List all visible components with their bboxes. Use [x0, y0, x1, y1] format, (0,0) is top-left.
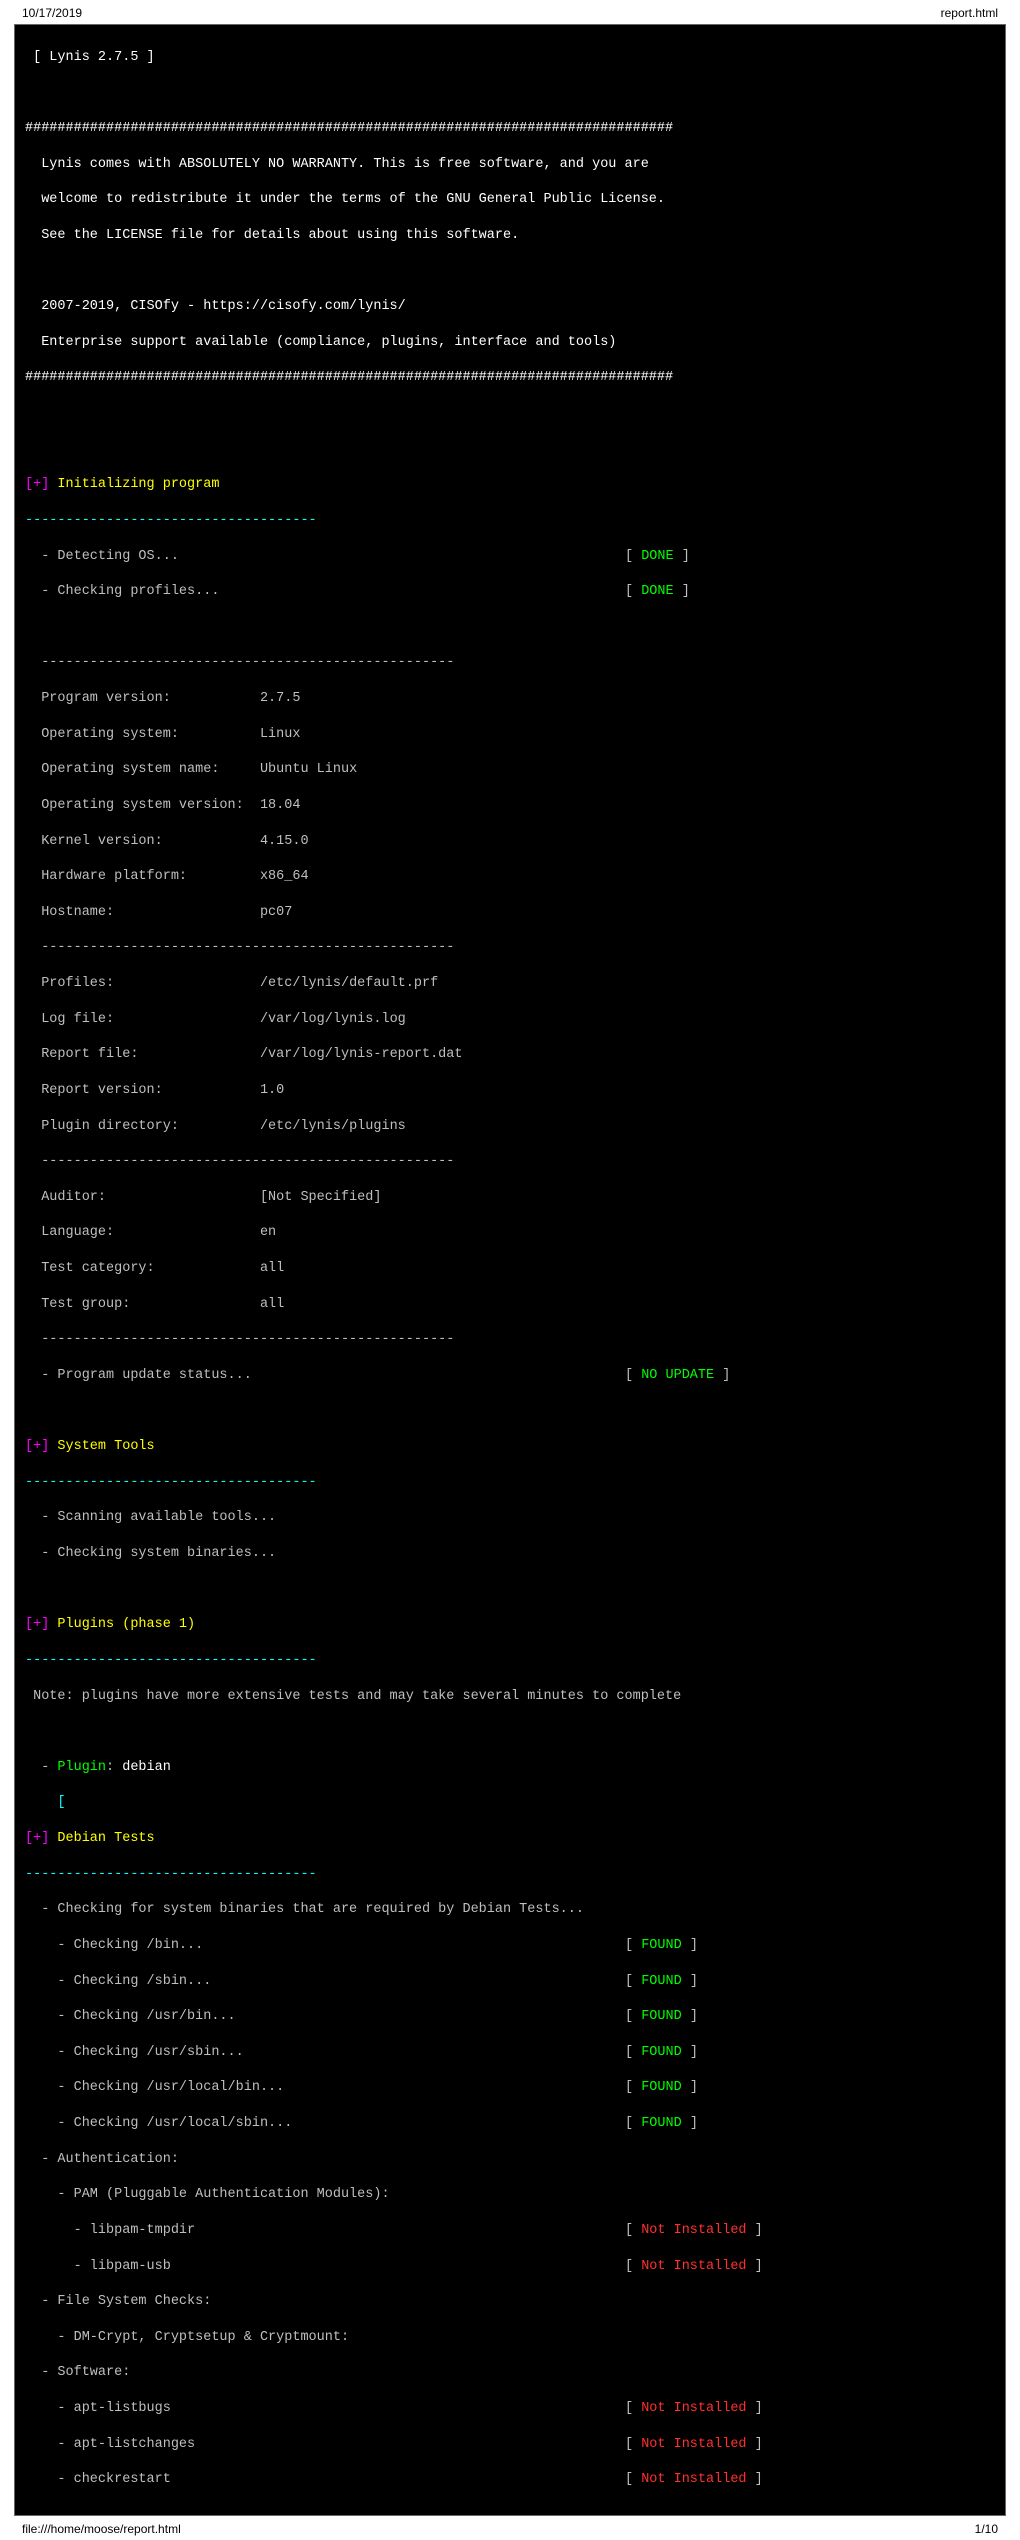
check-row: - Checking profiles...[ DONE ]	[25, 583, 995, 601]
check-row: - apt-listbugs[ Not Installed ]	[25, 2400, 995, 2418]
check-row: - libpam-tmpdir[ Not Installed ]	[25, 2222, 995, 2240]
divider: ------------------------------------	[25, 1866, 995, 1884]
info-row: Test group: all	[25, 1296, 995, 1314]
divider: ----------------------------------------…	[25, 1331, 995, 1349]
section-heading: [+] Plugins (phase 1)	[25, 1616, 995, 1634]
info-row: Test category: all	[25, 1260, 995, 1278]
divider: ------------------------------------	[25, 1652, 995, 1670]
banner-line: Enterprise support available (compliance…	[25, 334, 995, 352]
plugin-row: - Plugin: debian	[25, 1759, 995, 1777]
page-footer: file:///home/moose/report.html 1/10	[0, 2516, 1020, 2540]
divider: ----------------------------------------…	[25, 1153, 995, 1171]
check-row: - Detecting OS...[ DONE ]	[25, 548, 995, 566]
banner-line: Lynis comes with ABSOLUTELY NO WARRANTY.…	[25, 156, 995, 174]
check-row: - Checking system binaries...	[25, 1545, 995, 1563]
info-row: Plugin directory: /etc/lynis/plugins	[25, 1118, 995, 1136]
check-row: - Checking /bin... [ FOUND ]	[25, 1937, 995, 1955]
check-row: - PAM (Pluggable Authentication Modules)…	[25, 2186, 995, 2204]
section-heading: [+] System Tools	[25, 1438, 995, 1456]
info-row: Hardware platform: x86_64	[25, 868, 995, 886]
divider: ------------------------------------	[25, 1474, 995, 1492]
check-row: - Scanning available tools...	[25, 1509, 995, 1527]
footer-page: 1/10	[975, 2522, 998, 2536]
check-row: - DM-Crypt, Cryptsetup & Cryptmount:	[25, 2329, 995, 2347]
check-row: - libpam-usb[ Not Installed ]	[25, 2258, 995, 2276]
check-row: - checkrestart[ Not Installed ]	[25, 2471, 995, 2489]
divider: ----------------------------------------…	[25, 654, 995, 672]
check-row: - apt-listchanges[ Not Installed ]	[25, 2436, 995, 2454]
plugin-bracket: [	[25, 1794, 995, 1812]
banner-hash-top: ########################################…	[25, 120, 995, 138]
info-row: Operating system name: Ubuntu Linux	[25, 761, 995, 779]
info-row: Profiles: /etc/lynis/default.prf	[25, 975, 995, 993]
info-row: Operating system: Linux	[25, 726, 995, 744]
info-row: Log file: /var/log/lynis.log	[25, 1011, 995, 1029]
info-row: Report file: /var/log/lynis-report.dat	[25, 1046, 995, 1064]
section-heading: [+] Initializing program	[25, 476, 995, 494]
check-row: - Program update status... [ NO UPDATE ]	[25, 1367, 995, 1385]
divider: ----------------------------------------…	[25, 939, 995, 957]
check-row: - Software:	[25, 2364, 995, 2382]
check-row: - Checking for system binaries that are …	[25, 1901, 995, 1919]
info-row: Program version: 2.7.5	[25, 690, 995, 708]
banner-line: welcome to redistribute it under the ter…	[25, 191, 995, 209]
info-row: Language: en	[25, 1224, 995, 1242]
header-title: report.html	[941, 6, 998, 20]
info-row: Auditor: [Not Specified]	[25, 1189, 995, 1207]
check-row: - Checking /usr/local/sbin...[ FOUND ]	[25, 2115, 995, 2133]
page-header: 10/17/2019 report.html	[0, 0, 1020, 24]
divider: ------------------------------------	[25, 512, 995, 530]
banner-line: See the LICENSE file for details about u…	[25, 227, 995, 245]
section-heading: [+] Debian Tests	[25, 1830, 995, 1848]
info-row: Hostname: pc07	[25, 904, 995, 922]
banner-hash-bottom: ########################################…	[25, 369, 995, 387]
footer-path: file:///home/moose/report.html	[22, 2522, 181, 2536]
info-row: Report version: 1.0	[25, 1082, 995, 1100]
check-row: - Authentication:	[25, 2151, 995, 2169]
check-row: - Checking /usr/local/bin...[ FOUND ]	[25, 2079, 995, 2097]
banner-title: [ Lynis 2.7.5 ]	[25, 49, 995, 67]
check-row: - Checking /usr/bin...[ FOUND ]	[25, 2008, 995, 2026]
check-row: - Checking /sbin... [ FOUND ]	[25, 1973, 995, 1991]
check-row: - File System Checks:	[25, 2293, 995, 2311]
check-row: - Checking /usr/sbin...[ FOUND ]	[25, 2044, 995, 2062]
header-date: 10/17/2019	[22, 6, 82, 20]
info-row: Operating system version: 18.04	[25, 797, 995, 815]
banner-line: 2007-2019, CISOfy - https://cisofy.com/l…	[25, 298, 995, 316]
info-row: Kernel version: 4.15.0	[25, 833, 995, 851]
terminal-output: [ Lynis 2.7.5 ] ########################…	[14, 24, 1006, 2516]
plugins-note: Note: plugins have more extensive tests …	[25, 1688, 995, 1706]
